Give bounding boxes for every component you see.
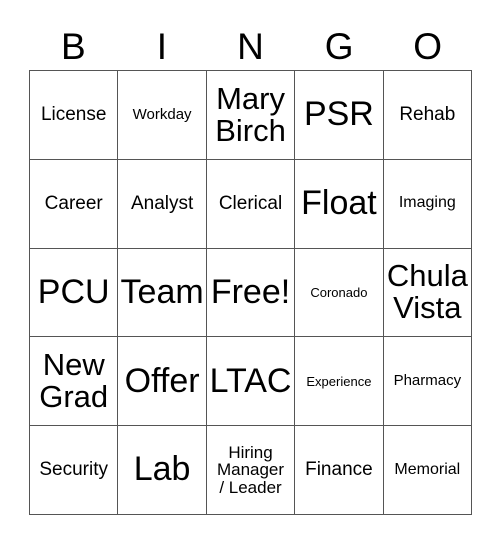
bingo-cell-label: License — [40, 104, 107, 126]
bingo-cell-label: Hiring Manager / Leader — [216, 442, 285, 497]
bingo-cell-label: Chula Vista — [386, 258, 468, 326]
bingo-cell-label: Pharmacy — [393, 372, 462, 390]
bingo-cell-label: Finance — [305, 459, 373, 481]
bingo-cell-label: Experience — [306, 373, 372, 389]
bingo-cell[interactable]: Offer — [118, 337, 207, 427]
bingo-cell-label: New Grad — [39, 347, 109, 415]
bingo-cell[interactable]: Imaging — [383, 159, 473, 249]
bingo-cell[interactable]: Lab — [118, 426, 207, 515]
bingo-cell-label: Workday — [132, 106, 192, 124]
header-letter-b: B — [60, 25, 86, 67]
bingo-cell-label: Float — [301, 184, 377, 223]
bingo-cell[interactable]: Coronado — [295, 248, 384, 338]
bingo-cell[interactable]: Security — [30, 426, 119, 515]
bingo-cell[interactable]: New Grad — [30, 337, 119, 427]
header-letter-g: G — [324, 25, 354, 67]
bingo-cell-label: Free! — [210, 272, 291, 311]
bingo-cell[interactable]: Hiring Manager / Leader — [206, 426, 296, 515]
bingo-cell[interactable]: Team — [118, 248, 207, 338]
bingo-cell-label: PCU — [37, 272, 110, 311]
bingo-cell-label: Lab — [133, 450, 191, 489]
bingo-cell[interactable]: Chula Vista — [383, 248, 473, 338]
bingo-cell[interactable]: LTAC — [206, 337, 296, 427]
bingo-cell-label: PSR — [303, 95, 374, 134]
bingo-grid: License Workday Mary Birch PSR Rehab Career An… — [29, 70, 473, 515]
bingo-cell[interactable]: PSR — [295, 71, 384, 160]
bingo-cell[interactable]: Career — [30, 159, 119, 249]
bingo-row: Career Analyst Clerical Float Imaging — [30, 159, 473, 249]
header-letter-o: O — [413, 25, 443, 67]
bingo-cell[interactable]: Analyst — [118, 159, 207, 249]
bingo-cell-label: Rehab — [399, 104, 456, 126]
bingo-cell-label: Offer — [124, 361, 200, 400]
bingo-cell-label: Team — [120, 272, 204, 311]
bingo-cell[interactable]: Memorial — [383, 426, 473, 515]
bingo-cell-label: Memorial — [394, 460, 461, 478]
bingo-cell[interactable]: Mary Birch — [206, 71, 296, 160]
bingo-cell[interactable]: Experience — [295, 337, 384, 427]
bingo-cell[interactable]: Clerical — [206, 159, 296, 249]
bingo-cell-label: Security — [39, 459, 109, 481]
bingo-cell-label: LTAC — [209, 361, 292, 400]
bingo-cell[interactable]: Rehab — [383, 71, 473, 160]
bingo-row: New Grad Offer LTAC Experience Pharmacy — [30, 337, 473, 427]
bingo-cell[interactable]: Pharmacy — [383, 337, 473, 427]
bingo-cell-label: Career — [44, 192, 103, 214]
bingo-free-space[interactable]: Free! — [206, 248, 296, 338]
bingo-cell[interactable]: Float — [295, 159, 384, 249]
bingo-cell[interactable]: Workday — [118, 71, 207, 160]
bingo-cell[interactable]: License — [30, 71, 119, 160]
bingo-cell[interactable]: Finance — [295, 426, 384, 515]
bingo-row: License Workday Mary Birch PSR Rehab — [30, 71, 473, 160]
bingo-row: Security Lab Hiring Manager / Leader Financ… — [30, 426, 473, 515]
bingo-cell-label: Clerical — [218, 192, 283, 214]
bingo-row: PCU Team Free! Coronado Chula Vista — [30, 248, 473, 338]
header-letter-n: N — [237, 25, 264, 67]
header-letter-i: I — [156, 25, 168, 67]
bingo-cell-label: Imaging — [398, 194, 456, 212]
bingo-header-row: B I N G O — [29, 22, 472, 70]
bingo-card: B I N G O License Workday Mary Birch PSR Reh… — [0, 0, 500, 544]
bingo-cell-label: Mary Birch — [215, 80, 286, 148]
bingo-cell-label: Analyst — [130, 192, 194, 214]
bingo-cell-label: Coronado — [310, 284, 368, 300]
bingo-cell[interactable]: PCU — [30, 248, 119, 338]
